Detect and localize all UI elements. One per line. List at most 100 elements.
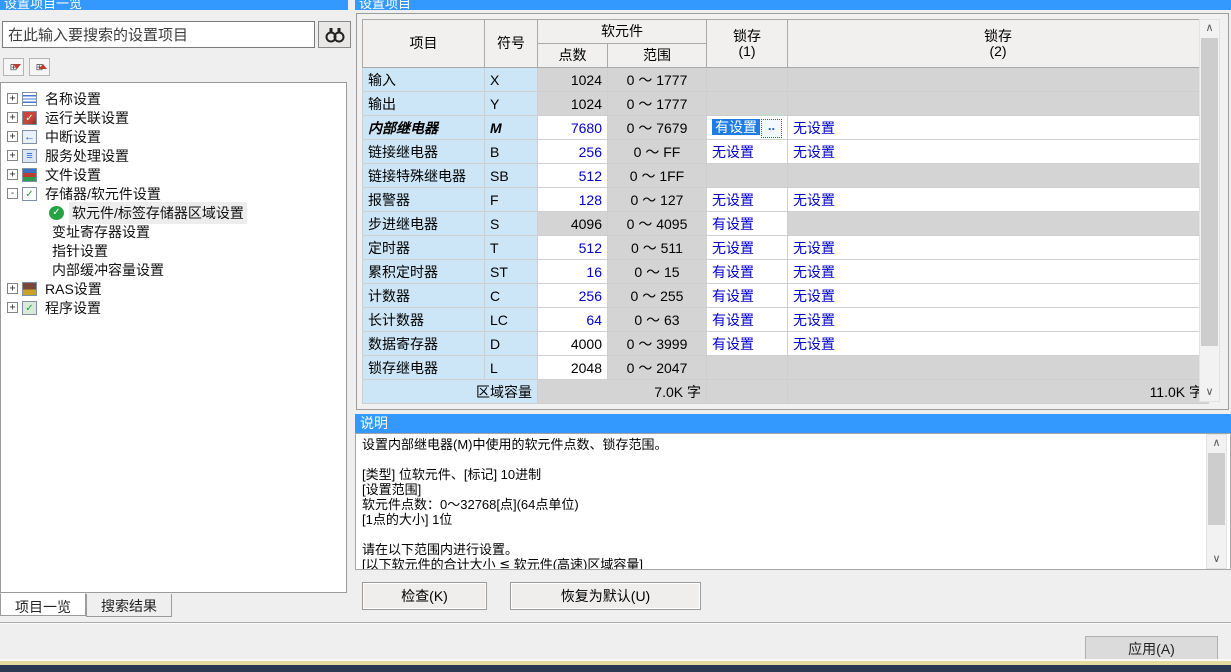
item-cell: 报警器 [363, 188, 485, 212]
tree-item[interactable]: +≡服务处理设置 [1, 146, 346, 165]
table-footer-row: 区域容量7.0K 字11.0K 字 [363, 380, 1209, 404]
range-cell: 0 ～ 511 [608, 236, 707, 260]
item-cell: 输入 [363, 68, 485, 92]
tab-item-list[interactable]: 项目一览 [0, 593, 86, 616]
restore-default-button[interactable]: 恢复为默认(U) [510, 582, 701, 610]
settings-tree: +名称设置+✓运行关联设置+←中断设置+≡服务处理设置+文件设置-✓存储器/软元… [0, 82, 347, 593]
search-input[interactable] [2, 21, 315, 48]
expand-all-icon[interactable]: ⊞ [29, 58, 50, 76]
latch2-cell[interactable]: 无设置 [788, 260, 1209, 284]
left-panel-title: 设置项目一览 [4, 0, 82, 10]
points-cell[interactable]: 256 [538, 284, 608, 308]
description-scrollbar-thumb[interactable] [1208, 453, 1225, 525]
latch2-cell[interactable]: 无设置 [788, 332, 1209, 356]
symbol-cell: M [485, 116, 538, 140]
tree-item[interactable]: +RAS设置 [1, 279, 346, 298]
description-line: 设置内部继电器(M)中使用的软元件点数、锁存范围。 [362, 437, 1224, 452]
latch1-cell [707, 92, 788, 116]
points-cell[interactable]: 128 [538, 188, 608, 212]
tree-item[interactable]: 变址寄存器设置 [1, 222, 346, 241]
search-button[interactable] [318, 21, 351, 48]
latch1-cell[interactable]: 有设置 [707, 308, 788, 332]
range-cell: 0 ～ 4095 [608, 212, 707, 236]
device-table-body: 输入X10240 ～ 1777输出Y10240 ～ 1777内部继电器M7680… [363, 68, 1209, 404]
scroll-up-icon[interactable]: ∧ [1200, 20, 1219, 37]
right-panel-titlebar: 设置项目 [355, 0, 1231, 10]
symbol-cell: B [485, 140, 538, 164]
tree-item[interactable]: 指针设置 [1, 241, 346, 260]
tree-item[interactable]: +名称设置 [1, 89, 346, 108]
item-cell: 链接特殊继电器 [363, 164, 485, 188]
latch1-footer-cell [707, 380, 788, 404]
latch1-cell[interactable]: 有设置 [707, 260, 788, 284]
points-cell[interactable]: 512 [538, 236, 608, 260]
latch2-cell[interactable]: 无设置 [788, 284, 1209, 308]
expand-icon[interactable]: + [7, 302, 18, 313]
latch1-cell[interactable]: 有设置 [707, 212, 788, 236]
item-cell: 锁存继电器 [363, 356, 485, 380]
points-cell[interactable]: 64 [538, 308, 608, 332]
expand-icon[interactable]: + [7, 169, 18, 180]
description-line: [设置范围] [362, 482, 1224, 497]
latch2-cell[interactable]: 无设置 [788, 140, 1209, 164]
scroll-up-icon[interactable]: ∧ [1207, 435, 1226, 452]
tree-item[interactable]: +←中断设置 [1, 127, 346, 146]
latch2-cell[interactable]: 无设置 [788, 308, 1209, 332]
binoculars-search-icon [325, 27, 345, 43]
expand-icon[interactable]: + [7, 283, 18, 294]
tree-item[interactable]: +✓运行关联设置 [1, 108, 346, 127]
tree-item[interactable]: +文件设置 [1, 165, 346, 184]
latch1-cell [707, 356, 788, 380]
tree-item[interactable]: -✓存储器/软元件设置 [1, 184, 346, 203]
range-cell: 0 ～ 1777 [608, 68, 707, 92]
tree-item[interactable]: ✓软元件/标签存储器区域设置 [1, 203, 346, 222]
table-scrollbar[interactable]: ∧ ∨ [1199, 19, 1220, 402]
latch1-cell [707, 68, 788, 92]
scroll-down-icon[interactable]: ∨ [1200, 384, 1219, 401]
range-cell: 0 ～ 255 [608, 284, 707, 308]
latch1-cell[interactable]: 有设置.. [707, 116, 788, 140]
description-line: 软元件点数：0～32768[点](64点单位) [362, 497, 1224, 512]
table-row: 输入X10240 ～ 1777 [363, 68, 1209, 92]
range-cell: 0 ～ 15 [608, 260, 707, 284]
tree-item[interactable]: 内部缓冲容量设置 [1, 260, 346, 279]
description-scrollbar[interactable]: ∧ ∨ [1206, 434, 1227, 569]
latch1-cell[interactable]: 无设置 [707, 236, 788, 260]
latch1-cell[interactable]: 无设置 [707, 188, 788, 212]
expand-icon[interactable]: + [7, 93, 18, 104]
symbol-cell: L [485, 356, 538, 380]
latch1-cell[interactable]: 无设置 [707, 140, 788, 164]
symbol-cell: T [485, 236, 538, 260]
latch-range-edit-button[interactable]: .. [761, 119, 782, 138]
points-cell[interactable]: 256 [538, 140, 608, 164]
points-cell[interactable]: 4000 [538, 332, 608, 356]
expand-icon[interactable]: + [7, 131, 18, 142]
col-header-latch1: 锁存 (1) [707, 20, 788, 68]
device-area-capacity: 7.0K 字 [538, 380, 707, 404]
description-line [362, 527, 1224, 542]
latch2-cell[interactable]: 无设置 [788, 116, 1209, 140]
points-cell[interactable]: 512 [538, 164, 608, 188]
item-cell: 内部继电器 [363, 116, 485, 140]
table-scrollbar-thumb[interactable] [1201, 38, 1218, 346]
latch1-cell[interactable]: 有设置 [707, 284, 788, 308]
latch2-cell[interactable]: 无设置 [788, 188, 1209, 212]
scroll-down-icon[interactable]: ∨ [1207, 551, 1226, 568]
item-cell: 计数器 [363, 284, 485, 308]
collapse-icon[interactable]: - [7, 188, 18, 199]
tree-item[interactable]: +✓程序设置 [1, 298, 346, 317]
check-button[interactable]: 检查(K) [362, 582, 487, 610]
tab-search-results[interactable]: 搜索结果 [86, 594, 172, 617]
expand-icon[interactable]: + [7, 150, 18, 161]
range-cell: 0 ～ FF [608, 140, 707, 164]
description-line: [以下软元件的合计大小 ≦ 软元件(高速)区域容量] [362, 557, 1224, 570]
latch2-cell[interactable]: 无设置 [788, 236, 1209, 260]
expand-icon[interactable]: + [7, 112, 18, 123]
collapse-all-icon[interactable]: ⊞ [3, 58, 24, 76]
points-cell[interactable]: 7680 [538, 116, 608, 140]
points-cell[interactable]: 2048 [538, 356, 608, 380]
points-cell[interactable]: 16 [538, 260, 608, 284]
files-icon [22, 168, 37, 182]
latch1-cell[interactable]: 有设置 [707, 332, 788, 356]
latch1-selected-value[interactable]: 有设置 [712, 119, 760, 135]
